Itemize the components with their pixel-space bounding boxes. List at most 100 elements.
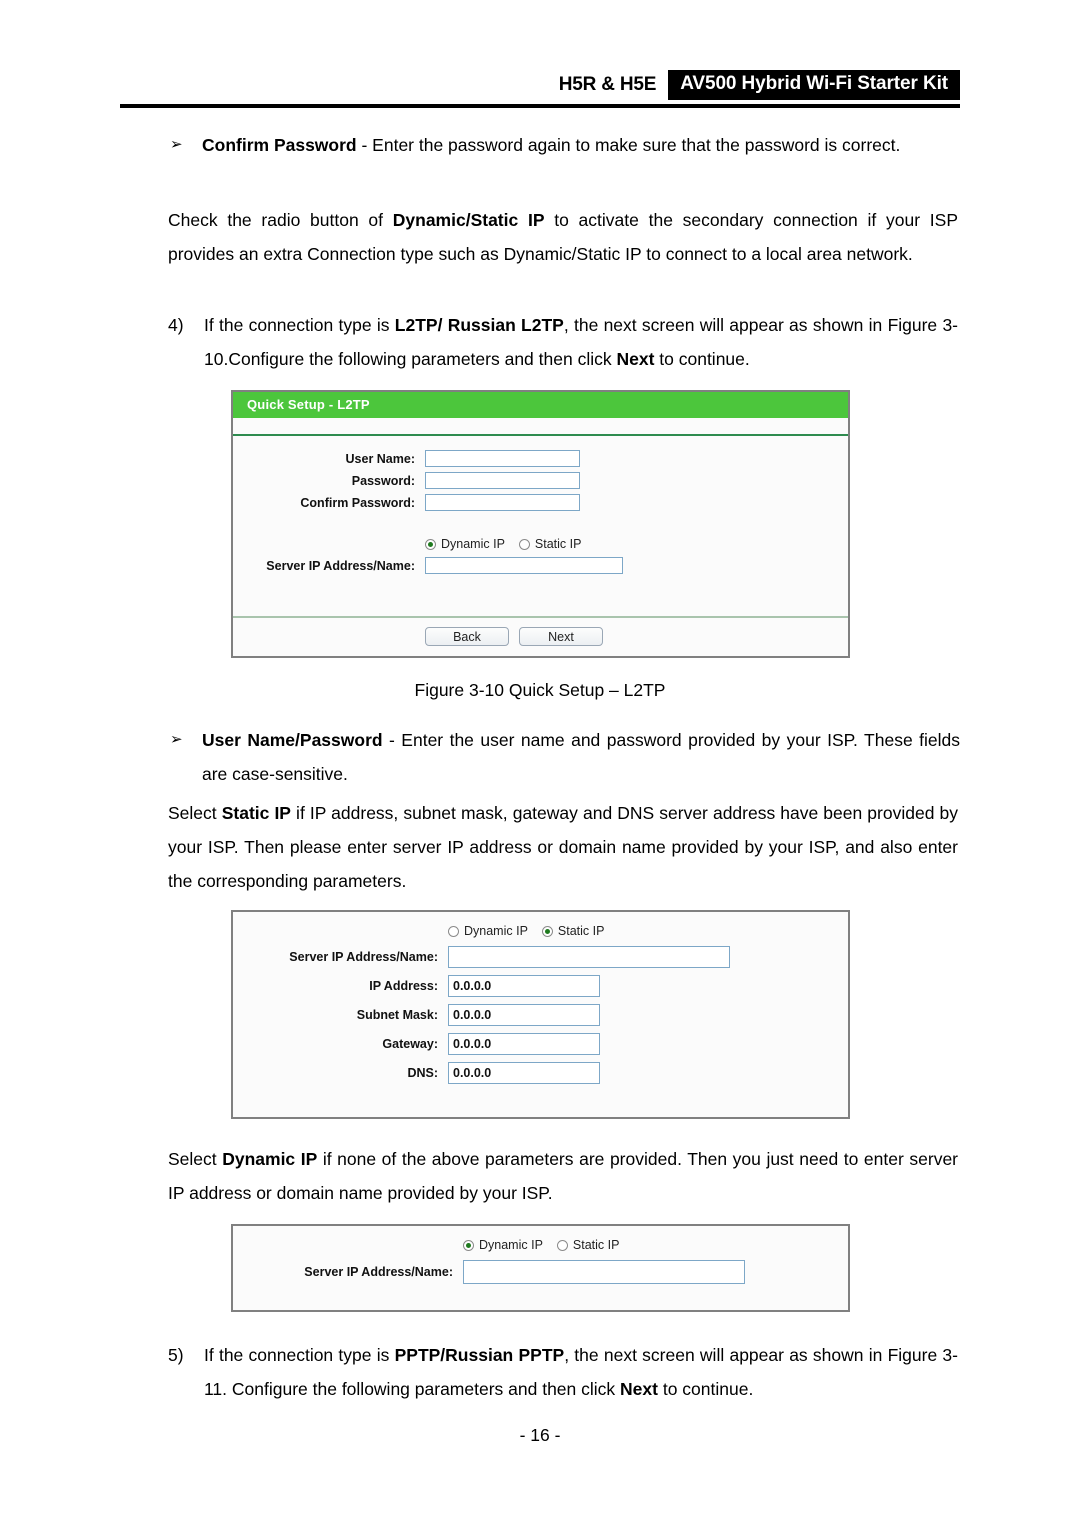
form-row-server-ip-dynamic: Server IP Address/Name:: [233, 1260, 848, 1284]
input-server-ip[interactable]: [448, 946, 730, 968]
input-server-ip[interactable]: [425, 557, 623, 574]
radio-label-dynamic-ip: Dynamic IP: [441, 537, 505, 551]
label-server-ip: Server IP Address/Name:: [289, 950, 438, 964]
radio-dynamic-ip-icon[interactable]: [425, 538, 436, 550]
quick-setup-l2tp-panel: Quick Setup - L2TP User Name: Password: …: [231, 390, 850, 658]
radio-option-dynamic-ip[interactable]: Dynamic IP: [463, 1238, 543, 1252]
radio-dynamic-ip-icon[interactable]: [448, 925, 459, 937]
list-item-5-marker: 5): [168, 1345, 184, 1365]
bullet-arrow-icon: ➢: [170, 731, 183, 748]
input-dns[interactable]: 0.0.0.0: [448, 1062, 600, 1084]
list-item-4-part1: If the connection type is: [204, 315, 395, 335]
label-password: Password:: [351, 473, 415, 488]
input-ip-address[interactable]: 0.0.0.0: [448, 975, 600, 997]
panel-bottom-divider: [233, 616, 848, 618]
bullet-confirm-password-term: Confirm Password: [202, 135, 357, 155]
form-row-ip-mode-static: Dynamic IP Static IP: [233, 924, 848, 938]
paragraph-dynamic-term: Dynamic IP: [222, 1149, 318, 1169]
dynamic-ip-panel: Dynamic IP Static IP Server IP Address/N…: [231, 1224, 850, 1312]
list-item-4-marker: 4): [168, 315, 184, 335]
form-row-ip-mode-dynamic: Dynamic IP Static IP: [233, 1238, 848, 1252]
paragraph-static-term: Static IP: [221, 803, 291, 823]
label-server-ip: Server IP Address/Name:: [304, 1265, 453, 1279]
paragraph-check-radio: Check the radio button of Dynamic/Static…: [168, 203, 958, 271]
list-item-4-term1: L2TP/ Russian L2TP: [394, 315, 564, 335]
list-item-4-part3: to continue.: [654, 349, 750, 369]
paragraph-check-radio-part1: Check the radio button of: [168, 210, 393, 230]
radio-group-ip-mode: Dynamic IP Static IP: [425, 537, 581, 551]
paragraph-static-part1: Select: [168, 803, 222, 823]
static-ip-panel: Dynamic IP Static IP Server IP Address/N…: [231, 910, 850, 1119]
radio-option-static-ip[interactable]: Static IP: [518, 537, 581, 551]
radio-static-ip-icon[interactable]: [556, 1239, 568, 1251]
list-item-5-text: If the connection type is PPTP/Russian P…: [204, 1338, 958, 1406]
radio-static-ip-icon[interactable]: [541, 925, 553, 937]
paragraph-check-radio-term: Dynamic/Static IP: [392, 210, 545, 230]
radio-static-ip-icon[interactable]: [518, 538, 530, 550]
panel-title-quick-setup-l2tp: Quick Setup - L2TP: [233, 392, 848, 418]
list-item-5-part1: If the connection type is: [204, 1345, 395, 1365]
input-server-ip[interactable]: [463, 1260, 745, 1284]
radio-group-ip-mode-dynamic: Dynamic IP Static IP: [463, 1238, 619, 1252]
form-row-username: User Name:: [233, 450, 848, 467]
panel-button-row: Back Next: [233, 619, 848, 652]
radio-label-dynamic-ip: Dynamic IP: [464, 924, 528, 938]
page-header: H5R & H5E AV500 Hybrid Wi-Fi Starter Kit: [120, 70, 960, 112]
back-button[interactable]: Back: [425, 627, 509, 646]
header-model: H5R & H5E: [558, 74, 657, 95]
list-item-5: 5) If the connection type is PPTP/Russia…: [168, 1338, 958, 1406]
label-username: User Name:: [345, 451, 415, 466]
radio-option-dynamic-ip[interactable]: Dynamic IP: [425, 537, 505, 551]
bullet-username-password-term: User Name/Password: [202, 730, 383, 750]
bullet-arrow-icon: ➢: [170, 136, 183, 153]
page-number: - 16 -: [519, 1425, 561, 1445]
list-item-4-term2: Next: [616, 349, 655, 369]
form-row-confirm-password: Confirm Password:: [233, 494, 848, 511]
list-item-5-part3: to continue.: [657, 1379, 754, 1399]
form-row-dns: DNS: 0.0.0.0: [233, 1062, 848, 1084]
bullet-confirm-password: ➢ Confirm Password - Enter the password …: [160, 128, 960, 162]
radio-option-static-ip[interactable]: Static IP: [556, 1238, 620, 1252]
radio-dynamic-ip-icon[interactable]: [463, 1239, 474, 1251]
radio-group-ip-mode-static: Dynamic IP Static IP: [448, 924, 604, 938]
form-row-password: Password:: [233, 472, 848, 489]
form-row-server-ip: Server IP Address/Name:: [233, 557, 848, 574]
label-server-ip: Server IP Address/Name:: [266, 558, 415, 573]
paragraph-select-dynamic-ip: Select Dynamic IP if none of the above p…: [168, 1142, 958, 1210]
label-confirm-password: Confirm Password:: [300, 495, 415, 510]
list-item-5-term1: PPTP/Russian PPTP: [394, 1345, 565, 1365]
radio-option-dynamic-ip[interactable]: Dynamic IP: [448, 924, 528, 938]
static-ip-form-area: Dynamic IP Static IP Server IP Address/N…: [233, 912, 848, 1094]
form-row-ip-address: IP Address: 0.0.0.0: [233, 975, 848, 997]
radio-label-static-ip: Static IP: [572, 1238, 620, 1252]
input-password[interactable]: [425, 472, 580, 489]
panel-title-spacer: [233, 418, 848, 434]
list-item-4-text: If the connection type is L2TP/ Russian …: [204, 308, 958, 376]
form-row-server-ip-static: Server IP Address/Name:: [233, 946, 848, 968]
paragraph-select-static-ip: Select Static IP if IP address, subnet m…: [168, 796, 958, 898]
label-subnet-mask: Subnet Mask:: [356, 1008, 438, 1022]
label-ip-address: IP Address:: [369, 979, 438, 993]
input-username[interactable]: [425, 450, 580, 467]
figure-caption-3-10: Figure 3-10 Quick Setup – L2TP: [414, 680, 666, 700]
input-confirm-password[interactable]: [425, 494, 580, 511]
list-item-5-term2: Next: [620, 1379, 658, 1399]
header-product-title: AV500 Hybrid Wi-Fi Starter Kit: [668, 70, 960, 100]
input-subnet-mask[interactable]: 0.0.0.0: [448, 1004, 600, 1026]
label-gateway: Gateway:: [382, 1037, 438, 1051]
bullet-username-password-text: User Name/Password - Enter the user name…: [202, 723, 960, 791]
bullet-confirm-password-text: Confirm Password - Enter the password ag…: [202, 128, 960, 162]
label-dns: DNS:: [407, 1066, 438, 1080]
form-row-ip-mode: Dynamic IP Static IP: [233, 537, 848, 551]
bullet-confirm-password-rest: - Enter the password again to make sure …: [356, 135, 901, 155]
paragraph-dynamic-part1: Select: [168, 1149, 223, 1169]
dynamic-ip-form-area: Dynamic IP Static IP Server IP Address/N…: [233, 1226, 848, 1299]
radio-label-dynamic-ip: Dynamic IP: [479, 1238, 543, 1252]
input-gateway[interactable]: 0.0.0.0: [448, 1033, 600, 1055]
next-button[interactable]: Next: [519, 627, 603, 646]
form-row-subnet-mask: Subnet Mask: 0.0.0.0: [233, 1004, 848, 1026]
radio-option-static-ip[interactable]: Static IP: [541, 924, 605, 938]
form-row-gateway: Gateway: 0.0.0.0: [233, 1033, 848, 1055]
l2tp-form-area: User Name: Password: Confirm Password: D…: [233, 436, 848, 589]
radio-label-static-ip: Static IP: [557, 924, 605, 938]
